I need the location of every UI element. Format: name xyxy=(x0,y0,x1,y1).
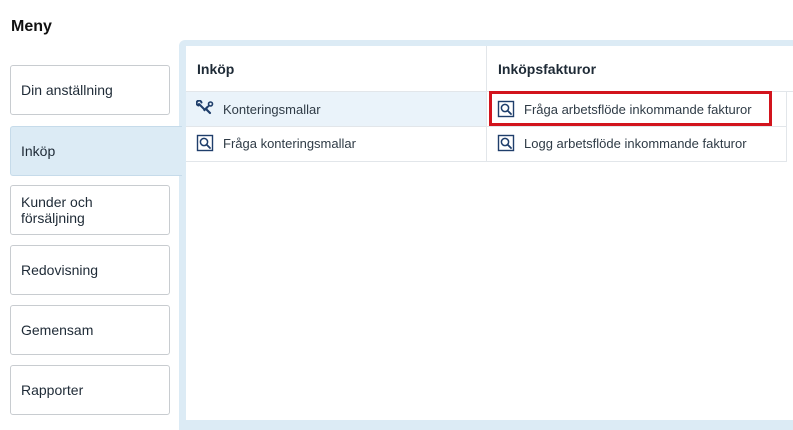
table-border xyxy=(786,92,787,162)
menu-title: Meny xyxy=(11,18,52,35)
search-document-icon xyxy=(497,100,515,118)
sidebar-item-label: Redovisning xyxy=(21,262,99,278)
sidebar-item-kunder-och-forsaljning[interactable]: Kunder och försäljning xyxy=(10,185,170,235)
menu-link-label: Konteringsmallar xyxy=(223,101,321,117)
menu-link-label: Fråga arbetsflöde inkommande fakturor xyxy=(524,101,752,117)
sidebar-item-inkop[interactable]: Inköp xyxy=(10,126,182,176)
sidebar-item-label: Din anställning xyxy=(21,82,113,98)
column-header-inkopsfakturor: Inköpsfakturor xyxy=(487,46,793,92)
menu-link-konteringsmallar[interactable]: Konteringsmallar xyxy=(186,92,486,126)
menu-link-fraga-arbetsflode-inkommande-fakturor[interactable]: Fråga arbetsflöde inkommande fakturor xyxy=(487,92,786,126)
tools-icon xyxy=(196,100,214,118)
menu-link-label: Fråga konteringsmallar xyxy=(223,135,356,151)
menu-link-label: Logg arbetsflöde inkommande fakturor xyxy=(524,135,747,151)
row-divider xyxy=(186,161,787,162)
sidebar-item-label: Inköp xyxy=(21,143,56,159)
search-document-icon xyxy=(497,134,515,152)
menu-link-logg-arbetsflode-inkommande-fakturor[interactable]: Logg arbetsflöde inkommande fakturor xyxy=(487,126,786,160)
menu-link-fraga-konteringsmallar[interactable]: Fråga konteringsmallar xyxy=(186,126,486,160)
sidebar-item-gemensam[interactable]: Gemensam xyxy=(10,305,170,355)
column-header-inkop: Inköp xyxy=(186,46,486,92)
sidebar-item-rapporter[interactable]: Rapporter xyxy=(10,365,170,415)
sidebar-item-label: Kunder och försäljning xyxy=(21,194,93,226)
sidebar-item-redovisning[interactable]: Redovisning xyxy=(10,245,170,295)
sidebar-item-din-anstallning[interactable]: Din anställning xyxy=(10,65,170,115)
sidebar-item-label: Gemensam xyxy=(21,322,94,338)
search-document-icon xyxy=(196,134,214,152)
sidebar-item-label: Rapporter xyxy=(21,382,84,398)
